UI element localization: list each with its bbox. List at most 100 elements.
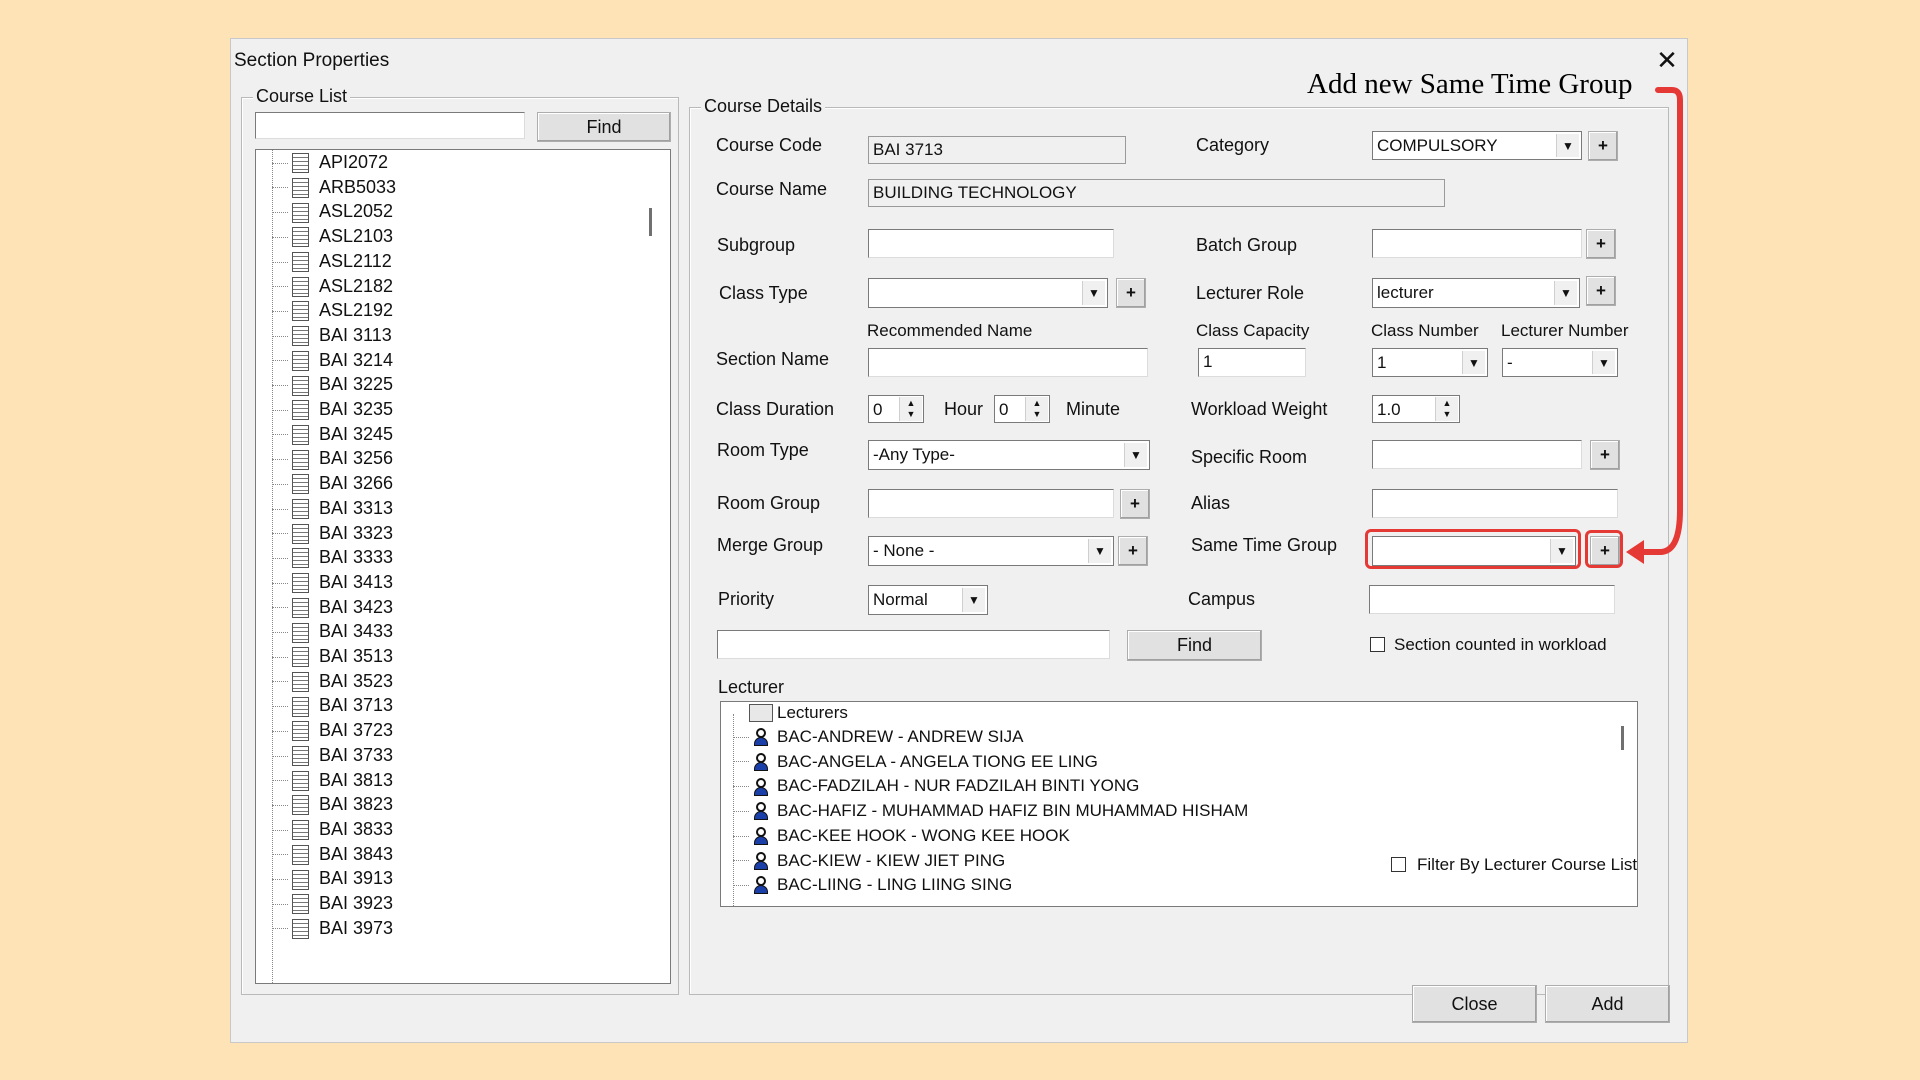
close-button[interactable]: Close: [1412, 985, 1537, 1023]
course-list-item[interactable]: BAI 3313: [272, 498, 393, 523]
lecturer-list-item-label: BAC-KIEW - KIEW JIET PING: [777, 850, 1006, 870]
lecturer-list-item[interactable]: BAC-ANGELA - ANGELA TIONG EE LING: [733, 751, 1098, 776]
course-list-item[interactable]: BAI 3723: [272, 720, 393, 745]
course-list-item-label: ASL2052: [319, 201, 394, 222]
add-room-group-button[interactable]: +: [1120, 489, 1150, 519]
spin-down-icon[interactable]: ▼: [899, 408, 922, 421]
course-search-input[interactable]: [255, 112, 525, 139]
document-icon: [292, 721, 309, 742]
course-list-item-label: BAI 3723: [319, 720, 394, 741]
course-list-item[interactable]: BAI 3433: [272, 621, 393, 646]
room-group-input[interactable]: [868, 489, 1114, 518]
recommended-name-label: Recommended Name: [867, 321, 1033, 340]
spin-down-icon[interactable]: ▼: [1025, 408, 1048, 421]
course-list-item[interactable]: BAI 3235: [272, 399, 393, 424]
course-list-item-label: BAI 3245: [319, 423, 394, 444]
course-list-item-label: BAI 3733: [319, 744, 394, 765]
lecturer-list-item[interactable]: BAC-KEE HOOK - WONG KEE HOOK: [733, 825, 1070, 850]
duration-minute-spinner[interactable]: 0 ▲ ▼: [994, 395, 1050, 423]
document-icon: [292, 696, 309, 717]
course-list-item[interactable]: BAI 3833: [272, 819, 393, 844]
class-number-select[interactable]: 1 ▼: [1372, 348, 1488, 377]
course-list-item[interactable]: BAI 3323: [272, 523, 393, 548]
course-list-item[interactable]: BAI 3823: [272, 794, 393, 819]
lecturer-search-input[interactable]: [717, 630, 1110, 659]
course-list-item[interactable]: BAI 3843: [272, 844, 393, 869]
workload-checkbox[interactable]: [1370, 637, 1385, 652]
subgroup-input[interactable]: [868, 229, 1114, 258]
lecturer-tree-scrollbar[interactable]: [1621, 726, 1624, 750]
course-list-item[interactable]: BAI 3813: [272, 770, 393, 795]
course-list-item[interactable]: BAI 3214: [272, 350, 393, 375]
course-tree-scrollbar[interactable]: [649, 208, 652, 236]
lecturers-root[interactable]: Lecturers: [749, 702, 848, 726]
course-list-item[interactable]: BAI 3973: [272, 918, 393, 943]
duration-hour-value: 0: [873, 400, 883, 419]
filter-lecturer-checkbox[interactable]: [1391, 857, 1406, 872]
add-class-type-button[interactable]: +: [1116, 278, 1146, 308]
duration-hour-spinner[interactable]: 0 ▲ ▼: [868, 395, 924, 423]
group-icon: [749, 704, 773, 723]
workload-weight-spinner[interactable]: 1.0 ▲ ▼: [1372, 395, 1460, 423]
document-icon: [292, 301, 309, 322]
course-list-item[interactable]: BAI 3513: [272, 646, 393, 671]
spin-down-icon[interactable]: ▼: [1435, 408, 1458, 421]
lecturer-list-item[interactable]: BAC-KIEW - KIEW JIET PING: [733, 850, 1005, 875]
room-type-select[interactable]: -Any Type- ▼: [868, 440, 1150, 470]
class-type-select[interactable]: ▼: [868, 278, 1108, 308]
course-list-item[interactable]: BAI 3113: [272, 325, 392, 350]
person-icon: [753, 802, 769, 821]
course-list-item[interactable]: BAI 3266: [272, 473, 393, 498]
class-capacity-label: Class Capacity: [1196, 321, 1310, 340]
course-list-item[interactable]: BAI 3225: [272, 374, 393, 399]
course-list-item[interactable]: BAI 3523: [272, 671, 393, 696]
course-list-item[interactable]: BAI 3333: [272, 547, 393, 572]
duration-minute-value: 0: [999, 400, 1009, 419]
lecturer-list-item[interactable]: BAC-LIING - LING LIING SING: [733, 874, 1012, 899]
document-icon: [292, 202, 309, 223]
lecturer-list-item-label: BAC-KEE HOOK - WONG KEE HOOK: [777, 825, 1070, 845]
lecturer-find-button[interactable]: Find: [1127, 630, 1262, 661]
person-icon: [753, 777, 769, 796]
lecturers-root-label: Lecturers: [777, 703, 848, 722]
add-merge-group-button[interactable]: +: [1118, 536, 1148, 566]
course-list-item[interactable]: ASL2052: [272, 201, 393, 226]
merge-group-select[interactable]: - None - ▼: [868, 536, 1114, 566]
course-list-item-label: ASL2112: [319, 250, 392, 271]
course-list-item[interactable]: BAI 3923: [272, 893, 393, 918]
course-list-item[interactable]: BAI 3423: [272, 597, 393, 622]
priority-select[interactable]: Normal ▼: [868, 585, 988, 615]
category-select[interactable]: COMPULSORY ▼: [1372, 131, 1582, 160]
course-list-item[interactable]: BAI 3413: [272, 572, 393, 597]
course-list-item[interactable]: BAI 3256: [272, 448, 393, 473]
course-list-item[interactable]: ASL2103: [272, 226, 393, 251]
course-list-item[interactable]: BAI 3713: [272, 695, 393, 720]
course-list-item-label: BAI 3923: [319, 893, 394, 913]
course-list-item-label: BAI 3433: [319, 621, 394, 642]
course-list-item[interactable]: BAI 3913: [272, 868, 393, 893]
campus-input[interactable]: [1369, 585, 1615, 614]
lecturer-list-item[interactable]: BAC-ANDREW - ANDREW SIJA: [733, 726, 1024, 751]
course-find-button[interactable]: Find: [537, 112, 671, 142]
section-name-input[interactable]: [868, 348, 1148, 377]
lecturer-list-item[interactable]: BAC-HAFIZ - MUHAMMAD HAFIZ BIN MUHAMMAD …: [733, 800, 1248, 825]
alias-input[interactable]: [1372, 489, 1618, 518]
specific-room-input[interactable]: [1372, 440, 1582, 469]
course-list-item[interactable]: ARB5033: [272, 177, 396, 202]
class-capacity-input[interactable]: 1: [1198, 348, 1306, 377]
course-list-item[interactable]: BAI 3733: [272, 745, 393, 770]
course-list-item[interactable]: ASL2112: [272, 251, 392, 276]
class-number-label: Class Number: [1371, 321, 1479, 340]
workload-weight-label: Workload Weight: [1191, 399, 1328, 419]
course-list-item[interactable]: ASL2192: [272, 300, 393, 325]
course-list-item[interactable]: BAI 3245: [272, 424, 393, 449]
minute-label: Minute: [1066, 399, 1121, 419]
document-icon: [292, 177, 309, 198]
lecturer-role-select[interactable]: lecturer ▼: [1372, 278, 1580, 308]
batch-group-input[interactable]: [1372, 229, 1582, 258]
course-list-item[interactable]: ASL2182: [272, 276, 393, 301]
add-button[interactable]: Add: [1545, 985, 1670, 1023]
lecturer-list-item[interactable]: BAC-FADZILAH - NUR FADZILAH BINTI YONG: [733, 775, 1139, 800]
course-list-item-label: BAI 3913: [319, 868, 394, 889]
course-list-item[interactable]: API2072: [272, 152, 388, 177]
